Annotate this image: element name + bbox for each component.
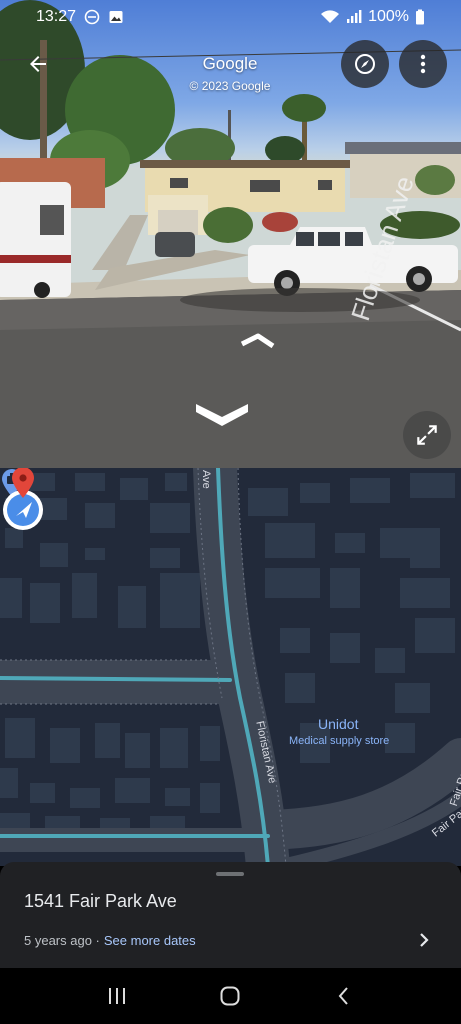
signal-icon [346, 9, 362, 25]
wifi-icon [320, 9, 340, 25]
street-label-floristan-top: Ave [200, 470, 212, 489]
battery-level: 100% [368, 8, 409, 25]
street-view-title: Google [202, 54, 258, 73]
status-bar: 13:27 100% [0, 0, 461, 34]
home-icon [220, 986, 240, 1006]
expand-button[interactable] [403, 411, 451, 459]
do-not-disturb-icon [84, 9, 100, 25]
map-canvas [0, 468, 461, 866]
compass-button[interactable] [341, 40, 389, 88]
address-title: 1541 Fair Park Ave [24, 891, 177, 911]
current-location-marker[interactable] [0, 468, 46, 532]
more-vert-icon [420, 54, 426, 74]
back-button[interactable] [20, 50, 56, 78]
capture-age: 5 years ago · [24, 933, 100, 948]
street-view-top-controls: Google © 2023 Google [0, 40, 461, 93]
image-icon [108, 9, 124, 25]
poi-category: Medical supply store [289, 735, 390, 747]
expand-icon [417, 425, 437, 445]
clock: 13:27 [36, 8, 77, 25]
compass-icon [355, 54, 375, 74]
street-view-panorama[interactable]: Floristan Ave Google © 2023 Google [0, 0, 461, 468]
map-view[interactable]: Ave Floristan Ave Fair Park Ave Fair Par… [0, 468, 461, 866]
copyright-text: © 2023 Google [189, 79, 271, 93]
system-navigation-bar [0, 968, 461, 1024]
chevron-right-icon[interactable] [414, 930, 434, 950]
poi-name[interactable]: Unidot [318, 716, 358, 732]
drag-handle[interactable] [216, 872, 244, 876]
location-bottom-sheet[interactable]: 1541 Fair Park Ave 5 years ago · See mor… [0, 862, 461, 968]
system-back-button[interactable] [322, 974, 366, 1018]
recent-apps-icon [108, 988, 125, 1004]
see-more-dates-link[interactable]: See more dates [104, 933, 196, 948]
home-button[interactable] [208, 974, 252, 1018]
system-back-icon [338, 987, 348, 1005]
more-options-button[interactable] [399, 40, 447, 88]
battery-icon [415, 9, 425, 25]
back-arrow-icon [30, 56, 46, 72]
recent-apps-button[interactable] [95, 974, 139, 1018]
capture-date-row: 5 years ago · See more dates [24, 933, 196, 948]
